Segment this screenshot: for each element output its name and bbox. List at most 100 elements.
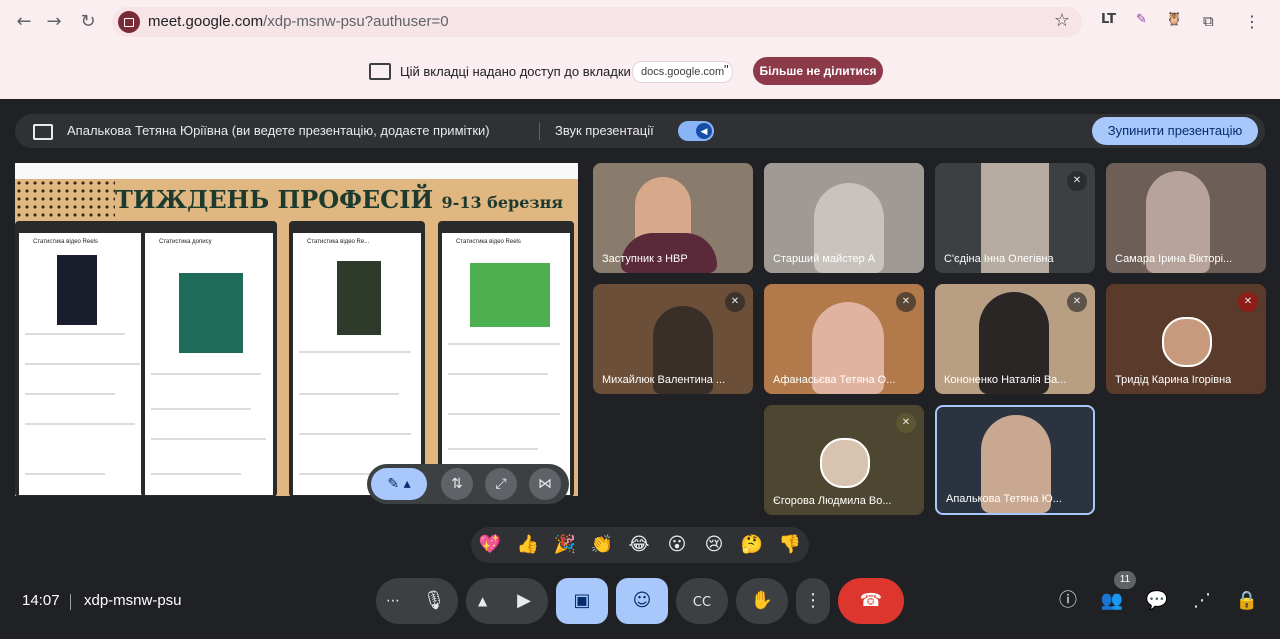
phone-screenshot-3: Статистика відео Re... <box>289 221 425 497</box>
phone-title: Статистика допису <box>159 239 212 245</box>
presentation-sound-toggle[interactable]: ◀ <box>678 121 714 141</box>
text-line <box>299 351 411 353</box>
arrow-right-icon[interactable]: → <box>42 10 66 34</box>
raise-hand-button[interactable]: ✋ <box>736 578 788 624</box>
translate-extension-icon[interactable]: LT <box>1101 12 1116 27</box>
annotate-pen-button[interactable]: ✎ ▴ <box>371 468 427 500</box>
hang-up-icon: ☎ <box>859 590 883 611</box>
audio-options-icon[interactable]: ⋯ <box>386 578 400 624</box>
more-options-button[interactable]: ⋮ <box>796 578 830 624</box>
captions-button[interactable]: CC <box>676 578 728 624</box>
reposition-icon[interactable]: ⇅ <box>441 468 473 500</box>
laughing-reaction[interactable]: 😂 <box>627 533 651 557</box>
reactions-button[interactable]: ☺ <box>616 578 668 624</box>
star-icon[interactable]: ☆ <box>1054 10 1070 31</box>
slide-title: ТИЖДЕНЬ ПРОФЕСІЙ 9-13 березня <box>115 185 563 214</box>
phone-screenshot-1: Статистика відео Reels <box>15 221 151 497</box>
meeting-code: xdp-msnw-psu <box>84 592 182 609</box>
phone-screen: Статистика відео Reels <box>442 233 570 495</box>
thumbs-down-reaction[interactable]: 👎 <box>778 533 802 557</box>
phone-title: Статистика відео Reels <box>456 239 521 245</box>
reactions-bar: 💖 👍 🎉 👏 😂 😮 😢 🤔 👎 <box>471 527 809 563</box>
meeting-details-icon[interactable]: ⓘ <box>1056 589 1080 613</box>
stop-presenting-button[interactable]: Зупинити презентацію <box>1092 117 1258 145</box>
participant-tile[interactable]: ✕ С'єдіна Інна Олегівна <box>935 163 1095 273</box>
url-text[interactable]: meet.google.com/xdp-msnw-psu?authuser=0 <box>148 13 449 30</box>
participant-tile[interactable]: ✕ Кононенко Наталія Ва... <box>935 284 1095 394</box>
participant-tile[interactable]: Заступник з НВР <box>593 163 753 273</box>
participant-tile[interactable]: ✕ Афанасьєва Тетяна О... <box>764 284 924 394</box>
participant-name: Старший майстер А <box>773 253 876 265</box>
clapping-reaction[interactable]: 👏 <box>590 533 614 557</box>
participant-tile[interactable]: Самара Ірина Вікторі... <box>1106 163 1266 273</box>
party-popper-reaction[interactable]: 🎉 <box>553 533 577 557</box>
text-line <box>299 433 411 435</box>
site-settings-icon[interactable] <box>118 11 140 33</box>
thinking-reaction[interactable]: 🤔 <box>740 533 764 557</box>
emoji-icon: ☺ <box>632 590 652 611</box>
arrow-left-icon[interactable]: ← <box>12 10 36 34</box>
video-control-group: ▲ ▶ <box>466 578 548 624</box>
share-notice-text: Цій вкладці надано доступ до вкладки " <box>400 64 640 79</box>
participant-tile[interactable]: ✕ Михайлюк Валентина ... <box>593 284 753 394</box>
phone-screenshot-2: Статистика допису <box>141 221 277 497</box>
menu-kebab-icon[interactable]: ⋮ <box>1244 12 1260 31</box>
speaker-icon: ◀ <box>696 123 712 139</box>
participant-name: Михайлюк Валентина ... <box>602 374 726 386</box>
sparkling-heart-reaction[interactable]: 💖 <box>478 533 502 557</box>
presenting-status-text: Апалькова Тетяна Юріївна (ви ведете през… <box>67 123 490 138</box>
reload-icon[interactable]: ↻ <box>76 10 100 34</box>
leave-call-button[interactable]: ☎ <box>838 578 904 624</box>
shared-tab-chip: docs.google.com <box>632 61 734 83</box>
text-line <box>25 423 135 425</box>
surprised-reaction[interactable]: 😮 <box>665 533 689 557</box>
captions-icon: CC <box>692 595 712 610</box>
phone-screen: Статистика відео Reels <box>19 233 147 495</box>
url-host: meet.google.com <box>148 13 264 30</box>
people-icon[interactable]: 👥 <box>1100 589 1124 613</box>
slide-dates: 9-13 березня <box>441 193 564 212</box>
text-line <box>448 413 560 415</box>
puzzle-extension-icon[interactable]: ⧉ <box>1203 12 1214 30</box>
host-controls-icon[interactable]: 🔒 <box>1235 589 1259 613</box>
participant-tile-self[interactable]: Апалькова Тетяна Ю... <box>935 405 1095 515</box>
mic-off-icon: ✕ <box>1238 292 1258 312</box>
participant-tile[interactable]: ✕ Єгорова Людмила Во... <box>764 405 924 515</box>
post-thumbnail <box>179 273 243 353</box>
chevron-up-icon[interactable]: ▲ <box>478 578 487 624</box>
participants-count-badge: 11 <box>1114 571 1136 589</box>
participant-tile[interactable]: Старший майстер А <box>764 163 924 273</box>
chat-icon[interactable]: 💬 <box>1145 589 1169 613</box>
text-line <box>299 393 399 395</box>
fullscreen-icon[interactable]: ⤢ <box>485 468 517 500</box>
text-line <box>25 473 105 475</box>
thumbs-up-reaction[interactable]: 👍 <box>516 533 540 557</box>
text-line <box>448 448 538 450</box>
participant-avatar <box>820 438 870 488</box>
participant-avatar <box>1162 317 1212 367</box>
participant-name: Кононенко Наталія Ва... <box>944 374 1067 386</box>
text-line <box>25 393 115 395</box>
crying-reaction[interactable]: 😢 <box>702 533 726 557</box>
camera-icon[interactable]: ▶ <box>504 578 544 624</box>
share-notice-close-quote: " <box>724 62 729 77</box>
presentation-controls: ✎ ▴ ⇅ ⤢ ⋈ <box>367 464 569 504</box>
text-line <box>151 373 261 375</box>
participant-tile[interactable]: ✕ Тридід Карина Ігорівна <box>1106 284 1266 394</box>
presenting-banner: Апалькова Тетяна Юріївна (ви ведете през… <box>15 114 1265 148</box>
present-screen-icon: ▣ <box>573 590 591 611</box>
stop-sharing-button[interactable]: Більше не ділитися <box>753 57 883 85</box>
present-now-button[interactable]: ▣ <box>556 578 608 624</box>
owl-extension-icon[interactable]: 🦉 <box>1166 12 1182 27</box>
text-line <box>448 343 560 345</box>
reels-thumbnail <box>337 261 381 335</box>
text-line <box>25 333 125 335</box>
microphone-icon[interactable]: 🎙 <box>414 578 454 624</box>
pen-extension-icon[interactable]: ✎ <box>1136 12 1147 27</box>
address-bar[interactable]: meet.google.com/xdp-msnw-psu?authuser=0 … <box>112 7 1082 37</box>
participant-name: Єгорова Людмила Во... <box>773 495 892 507</box>
share-icon[interactable]: ⋈ <box>529 468 561 500</box>
footer-divider <box>70 594 71 610</box>
activities-icon[interactable]: ⋰ <box>1190 589 1214 613</box>
phone-screen: Статистика відео Re... <box>293 233 421 495</box>
